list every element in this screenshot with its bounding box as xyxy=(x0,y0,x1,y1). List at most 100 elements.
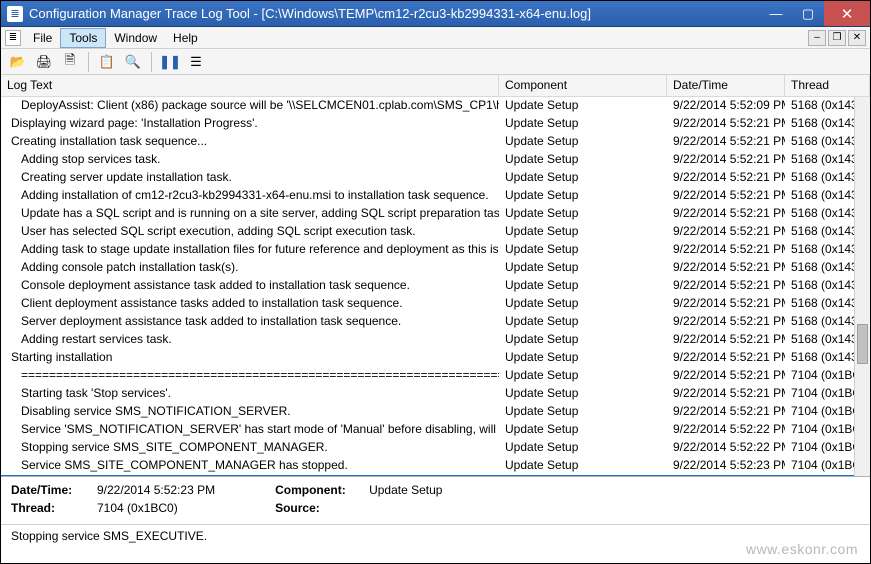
log-row[interactable]: Creating server update installation task… xyxy=(1,169,870,187)
header-component[interactable]: Component xyxy=(499,75,667,96)
log-row[interactable]: Stopping service SMS_EXECUTIVE.Update Se… xyxy=(1,475,870,477)
log-text-cell: Adding installation of cm12-r2cu3-kb2994… xyxy=(1,187,499,205)
header-log-text[interactable]: Log Text xyxy=(1,75,499,96)
pause-icon[interactable]: ❚❚ xyxy=(159,51,181,73)
log-row[interactable]: Creating installation task sequence...Up… xyxy=(1,133,870,151)
component-cell: Update Setup xyxy=(499,457,667,475)
datetime-cell: 9/22/2014 5:52:21 PM xyxy=(667,331,785,349)
log-row[interactable]: DeployAssist: Client (x86) package sourc… xyxy=(1,97,870,115)
menu-window[interactable]: Window xyxy=(106,29,165,47)
maximize-button[interactable]: ▢ xyxy=(792,1,824,26)
datetime-cell: 9/22/2014 5:52:21 PM xyxy=(667,205,785,223)
datetime-cell: 9/22/2014 5:52:21 PM xyxy=(667,295,785,313)
log-row[interactable]: Console deployment assistance task added… xyxy=(1,277,870,295)
log-row[interactable]: Update has a SQL script and is running o… xyxy=(1,205,870,223)
log-text-cell: Service SMS_SITE_COMPONENT_MANAGER has s… xyxy=(1,457,499,475)
datetime-cell: 9/22/2014 5:52:21 PM xyxy=(667,151,785,169)
log-text-cell: Creating server update installation task… xyxy=(1,169,499,187)
view-icon[interactable]: ☰ xyxy=(185,51,207,73)
log-row[interactable]: Adding stop services task.Update Setup9/… xyxy=(1,151,870,169)
component-cell: Update Setup xyxy=(499,403,667,421)
vertical-scrollbar[interactable] xyxy=(854,97,870,476)
log-row[interactable]: Client deployment assistance tasks added… xyxy=(1,295,870,313)
log-text-cell: Console deployment assistance task added… xyxy=(1,277,499,295)
log-text-cell: Starting task 'Stop services'. xyxy=(1,385,499,403)
component-cell: Update Setup xyxy=(499,367,667,385)
log-row[interactable]: Adding restart services task.Update Setu… xyxy=(1,331,870,349)
component-cell: Update Setup xyxy=(499,259,667,277)
header-datetime[interactable]: Date/Time xyxy=(667,75,785,96)
component-cell: Update Setup xyxy=(499,223,667,241)
detail-thread-value: 7104 (0x1BC0) xyxy=(97,501,178,515)
message-text: Stopping service SMS_EXECUTIVE. xyxy=(11,529,207,543)
print-icon[interactable]: 🖨 xyxy=(33,51,55,73)
print-preview-icon[interactable]: 🗎 xyxy=(59,51,81,73)
log-text-cell: Adding console patch installation task(s… xyxy=(1,259,499,277)
minimize-button[interactable]: — xyxy=(760,1,792,26)
log-text-cell: Update has a SQL script and is running o… xyxy=(1,205,499,223)
app-icon: ≣ xyxy=(7,6,23,22)
datetime-cell: 9/22/2014 5:52:09 PM xyxy=(667,97,785,115)
datetime-cell: 9/22/2014 5:52:21 PM xyxy=(667,241,785,259)
mdi-restore[interactable]: ❐ xyxy=(828,30,846,46)
menu-help[interactable]: Help xyxy=(165,29,206,47)
header-thread[interactable]: Thread xyxy=(785,75,870,96)
log-row[interactable]: Displaying wizard page: 'Installation Pr… xyxy=(1,115,870,133)
component-cell: Update Setup xyxy=(499,187,667,205)
copy-icon[interactable]: 📋 xyxy=(96,51,118,73)
log-row[interactable]: Disabling service SMS_NOTIFICATION_SERVE… xyxy=(1,403,870,421)
detail-datetime-label: Date/Time: xyxy=(11,483,89,497)
log-text-cell: Starting installation xyxy=(1,349,499,367)
component-cell: Update Setup xyxy=(499,151,667,169)
detail-source-label: Source: xyxy=(275,501,361,515)
component-cell: Update Setup xyxy=(499,115,667,133)
log-row[interactable]: User has selected SQL script execution, … xyxy=(1,223,870,241)
component-cell: Update Setup xyxy=(499,205,667,223)
log-text-cell: Creating installation task sequence... xyxy=(1,133,499,151)
log-text-cell: Stopping service SMS_SITE_COMPONENT_MANA… xyxy=(1,439,499,457)
find-icon[interactable]: 🔍 xyxy=(122,51,144,73)
log-text-cell: ========================================… xyxy=(1,367,499,385)
component-cell: Update Setup xyxy=(499,169,667,187)
log-row[interactable]: Service SMS_SITE_COMPONENT_MANAGER has s… xyxy=(1,457,870,475)
log-text-cell: Adding task to stage update installation… xyxy=(1,241,499,259)
message-pane: Stopping service SMS_EXECUTIVE. xyxy=(1,525,870,545)
datetime-cell: 9/22/2014 5:52:21 PM xyxy=(667,385,785,403)
log-area: DeployAssist: Client (x86) package sourc… xyxy=(1,97,870,477)
log-text-cell: Service 'SMS_NOTIFICATION_SERVER' has st… xyxy=(1,421,499,439)
datetime-cell: 9/22/2014 5:52:23 PM xyxy=(667,475,785,477)
scrollbar-thumb[interactable] xyxy=(857,324,868,364)
log-row[interactable]: Service 'SMS_NOTIFICATION_SERVER' has st… xyxy=(1,421,870,439)
component-cell: Update Setup xyxy=(499,277,667,295)
detail-component-label: Component: xyxy=(275,483,361,497)
log-row[interactable]: Server deployment assistance task added … xyxy=(1,313,870,331)
datetime-cell: 9/22/2014 5:52:21 PM xyxy=(667,169,785,187)
log-row[interactable]: ========================================… xyxy=(1,367,870,385)
datetime-cell: 9/22/2014 5:52:21 PM xyxy=(667,133,785,151)
mdi-minimize[interactable]: – xyxy=(808,30,826,46)
log-row[interactable]: Adding installation of cm12-r2cu3-kb2994… xyxy=(1,187,870,205)
mdi-close[interactable]: ✕ xyxy=(848,30,866,46)
log-row[interactable]: Stopping service SMS_SITE_COMPONENT_MANA… xyxy=(1,439,870,457)
log-row[interactable]: Starting installationUpdate Setup9/22/20… xyxy=(1,349,870,367)
detail-datetime-value: 9/22/2014 5:52:23 PM xyxy=(97,483,215,497)
window-title: Configuration Manager Trace Log Tool - [… xyxy=(29,6,760,21)
menu-file[interactable]: File xyxy=(25,29,60,47)
close-button[interactable]: ✕ xyxy=(824,1,870,26)
log-text-cell: Client deployment assistance tasks added… xyxy=(1,295,499,313)
open-icon[interactable]: 📂 xyxy=(7,51,29,73)
log-row[interactable]: Adding console patch installation task(s… xyxy=(1,259,870,277)
component-cell: Update Setup xyxy=(499,295,667,313)
log-row[interactable]: Starting task 'Stop services'.Update Set… xyxy=(1,385,870,403)
menu-bar: ≣ File Tools Window Help – ❐ ✕ xyxy=(1,27,870,49)
component-cell: Update Setup xyxy=(499,97,667,115)
separator xyxy=(151,52,152,72)
component-cell: Update Setup xyxy=(499,313,667,331)
menu-tools[interactable]: Tools xyxy=(60,28,106,48)
log-row[interactable]: Adding task to stage update installation… xyxy=(1,241,870,259)
component-cell: Update Setup xyxy=(499,475,667,477)
component-cell: Update Setup xyxy=(499,385,667,403)
component-cell: Update Setup xyxy=(499,439,667,457)
component-cell: Update Setup xyxy=(499,349,667,367)
datetime-cell: 9/22/2014 5:52:21 PM xyxy=(667,259,785,277)
